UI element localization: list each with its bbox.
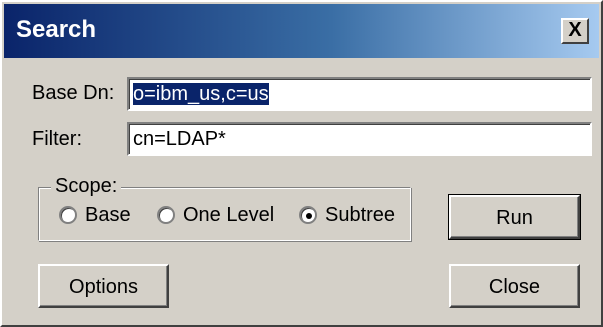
scope-radio-one-level[interactable]: One Level <box>157 202 274 228</box>
radio-unchecked-icon <box>59 206 77 224</box>
scope-radio-one-level-label: One Level <box>183 204 275 226</box>
scope-radio-subtree[interactable]: Subtree <box>299 202 395 228</box>
run-button[interactable]: Run <box>448 194 581 240</box>
scope-legend: Scope: <box>51 173 122 199</box>
radio-dot-icon <box>306 213 312 219</box>
scope-radio-base-label: Base <box>85 204 131 226</box>
close-button[interactable]: Close <box>449 264 580 308</box>
base-dn-value: o=ibm_us,c=us <box>133 83 269 105</box>
radio-unchecked-icon <box>157 206 175 224</box>
filter-field[interactable]: cn=LDAP* <box>127 122 592 156</box>
base-dn-label: Base Dn: <box>32 82 115 104</box>
scope-radio-base[interactable]: Base <box>59 202 131 228</box>
radio-checked-icon <box>299 206 317 224</box>
filter-value: cn=LDAP* <box>133 128 226 150</box>
close-icon: X <box>568 19 582 41</box>
search-dialog: Search X Base Dn: o=ibm_us,c=us Filter: … <box>0 0 603 327</box>
options-button[interactable]: Options <box>38 264 169 308</box>
close-window-button[interactable]: X <box>561 18 589 44</box>
scope-group: Scope: Base One Level Subtree <box>38 173 411 241</box>
scope-radio-subtree-label: Subtree <box>325 204 396 226</box>
filter-label: Filter: <box>32 128 82 150</box>
title-bar[interactable]: Search X <box>4 4 599 58</box>
window-title: Search <box>16 16 97 43</box>
base-dn-field[interactable]: o=ibm_us,c=us <box>127 77 592 111</box>
